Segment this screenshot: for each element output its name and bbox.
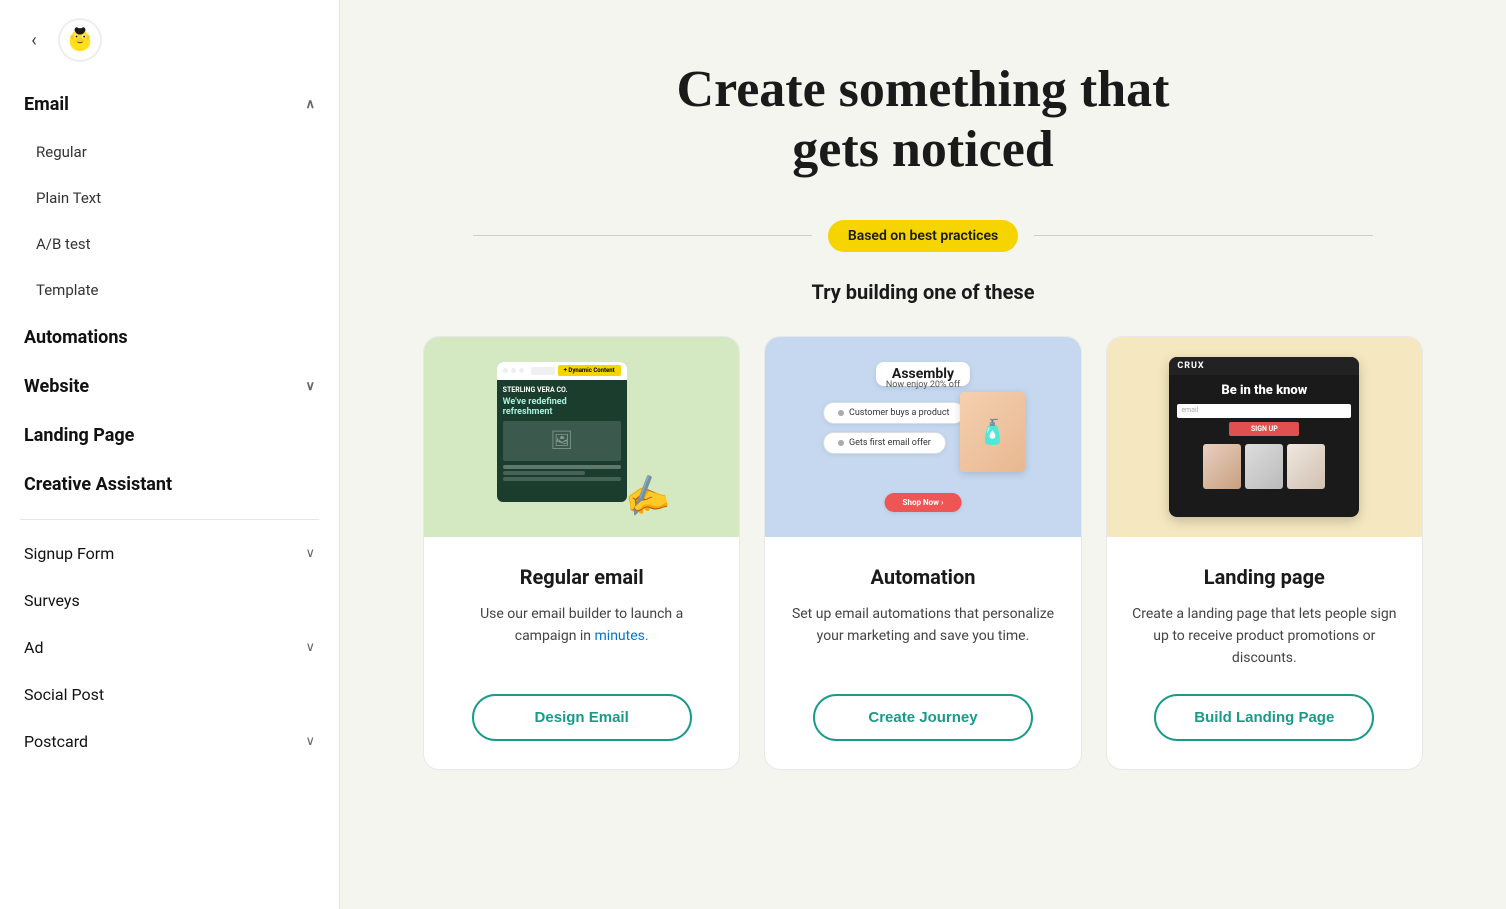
card-desc-automation: Set up email automations that personaliz…	[789, 603, 1056, 670]
social-post-label: Social Post	[24, 685, 104, 704]
divider-left	[473, 235, 812, 236]
ad-chevron: ∨	[305, 640, 315, 655]
card-image-landing: CRUX Be in the know email SIGN UP	[1107, 337, 1422, 537]
ad-label: Ad	[24, 638, 43, 657]
card-body-email: Regular email Use our email builder to l…	[424, 537, 739, 769]
sidebar-item-automations[interactable]: Automations	[0, 313, 339, 362]
section-subtitle: Try building one of these	[812, 280, 1035, 304]
divider-right	[1034, 235, 1373, 236]
best-practices-badge: Based on best practices	[828, 220, 1018, 252]
card-automation: Assembly Now enjoy 20% off Customer buys…	[764, 336, 1081, 770]
regular-label: Regular	[36, 143, 87, 161]
postcard-label: Postcard	[24, 732, 88, 751]
build-landing-page-button[interactable]: Build Landing Page	[1154, 694, 1374, 741]
hero-title: Create something that gets noticed	[677, 60, 1170, 180]
card-image-email: + Dynamic Content STERLING VERA CO. We'v…	[424, 337, 739, 537]
design-email-button[interactable]: Design Email	[472, 694, 692, 741]
sidebar-item-postcard[interactable]: Postcard ∨	[0, 718, 339, 765]
card-image-automation: Assembly Now enjoy 20% off Customer buys…	[765, 337, 1080, 537]
surveys-label: Surveys	[24, 591, 80, 610]
divider-with-badge: Based on best practices	[473, 220, 1373, 252]
back-button[interactable]: ‹	[20, 26, 48, 54]
template-label: Template	[36, 281, 98, 299]
card-body-automation: Automation Set up email automations that…	[765, 537, 1080, 769]
card-body-landing: Landing page Create a landing page that …	[1107, 537, 1422, 769]
create-journey-button[interactable]: Create Journey	[813, 694, 1033, 741]
website-chevron: ∨	[305, 379, 315, 394]
sidebar-item-landing-page[interactable]: Landing Page	[0, 411, 339, 460]
sidebar-item-website[interactable]: Website ∨	[0, 362, 339, 411]
card-regular-email: + Dynamic Content STERLING VERA CO. We'v…	[423, 336, 740, 770]
sidebar-item-ab-test[interactable]: A/B test	[0, 221, 339, 267]
main-content: Create something that gets noticed Based…	[340, 0, 1506, 909]
sidebar-item-ad[interactable]: Ad ∨	[0, 624, 339, 671]
sidebar-item-signup-form[interactable]: Signup Form ∨	[0, 530, 339, 577]
sidebar-divider	[20, 519, 319, 520]
sidebar: ‹ Email ∧	[0, 0, 340, 909]
sidebar-item-template[interactable]: Template	[0, 267, 339, 313]
sidebar-item-regular[interactable]: Regular	[0, 129, 339, 175]
sidebar-item-social-post[interactable]: Social Post	[0, 671, 339, 718]
postcard-chevron: ∨	[305, 734, 315, 749]
landing-page-label: Landing Page	[24, 425, 134, 446]
email-label: Email	[24, 94, 69, 115]
automations-label: Automations	[24, 327, 128, 348]
signup-form-chevron: ∨	[305, 546, 315, 561]
sidebar-item-email[interactable]: Email ∧	[0, 80, 339, 129]
sidebar-item-plain-text[interactable]: Plain Text	[0, 175, 339, 221]
mailchimp-logo	[58, 18, 102, 62]
card-title-automation: Automation	[871, 565, 976, 589]
plain-text-label: Plain Text	[36, 189, 101, 207]
card-landing-page: CRUX Be in the know email SIGN UP	[1106, 336, 1423, 770]
sidebar-item-creative-assistant[interactable]: Creative Assistant	[0, 460, 339, 509]
card-desc-landing: Create a landing page that lets people s…	[1131, 603, 1398, 670]
sidebar-item-surveys[interactable]: Surveys	[0, 577, 339, 624]
card-title-landing: Landing page	[1204, 565, 1325, 589]
signup-form-label: Signup Form	[24, 544, 114, 563]
cards-container: + Dynamic Content STERLING VERA CO. We'v…	[423, 336, 1423, 770]
email-chevron: ∧	[305, 97, 315, 112]
card-title-email: Regular email	[520, 565, 644, 589]
card-desc-email: Use our email builder to launch a campai…	[448, 603, 715, 670]
ab-test-label: A/B test	[36, 235, 91, 253]
website-label: Website	[24, 376, 89, 397]
creative-assistant-label: Creative Assistant	[24, 474, 172, 495]
sidebar-header: ‹	[0, 0, 339, 80]
